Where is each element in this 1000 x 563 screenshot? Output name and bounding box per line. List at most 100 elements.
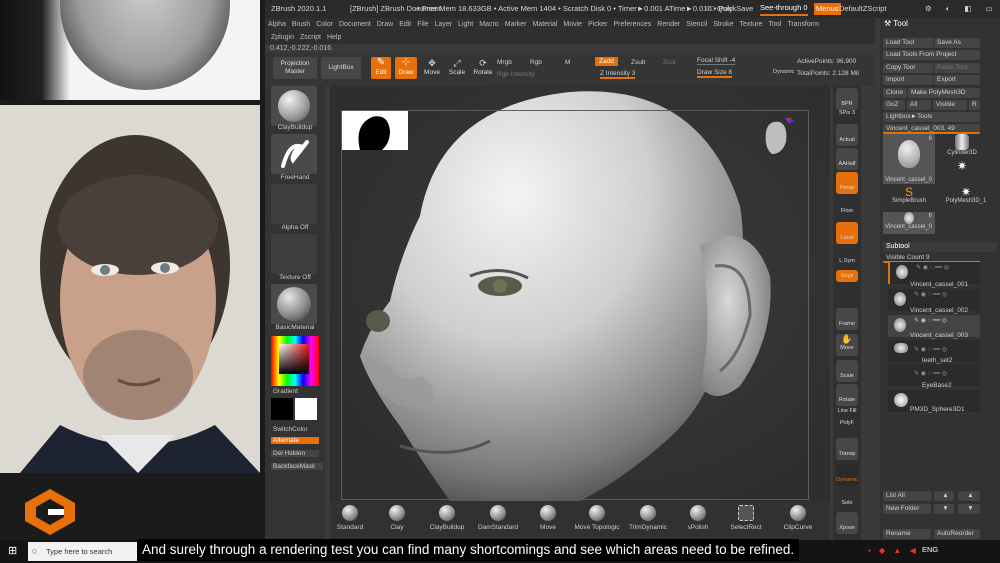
polymesh3d-thumb-icon[interactable]: ✷ <box>938 159 986 179</box>
menu-file[interactable]: File <box>417 21 428 28</box>
subtool-controls[interactable]: ✎ ◉ ◌ ━━ ◎ <box>914 346 947 353</box>
rotate-button[interactable]: ⟳ Rotate <box>472 57 494 79</box>
alpha-selector[interactable] <box>271 184 317 224</box>
scale-button[interactable]: ⤢ Scale <box>447 57 467 79</box>
persp-button[interactable]: Persp <box>836 172 858 194</box>
clipcurve-brush-button[interactable]: ClipCurve <box>778 505 818 531</box>
lightbox-button[interactable]: LightBox <box>321 57 361 79</box>
dynamic-persp-button[interactable]: Dynamic <box>836 464 858 486</box>
import-button[interactable]: Import <box>883 75 933 85</box>
menu-stroke[interactable]: Stroke <box>713 21 733 28</box>
bpr-button[interactable]: BPR <box>836 88 858 110</box>
floor-button[interactable]: Floor <box>836 196 858 218</box>
menu-picker[interactable]: Picker <box>588 21 607 28</box>
material-selector[interactable] <box>271 284 317 324</box>
spix-slider[interactable]: SPix 3 <box>836 110 858 120</box>
menu-edit[interactable]: Edit <box>399 21 411 28</box>
frame-button[interactable]: Frame <box>836 308 858 330</box>
lightbox-tools-button[interactable]: Lightbox►Tools <box>883 112 980 122</box>
claybuildup-brush-button[interactable]: ClayBuildup <box>426 505 468 531</box>
tool-thumb-cylinder3d[interactable]: Cylinder3D <box>938 134 986 159</box>
tool-palette-header[interactable]: ⚒ Tool <box>880 18 1000 30</box>
draw-size-slider[interactable]: Draw Size 8 <box>697 69 733 78</box>
visible-button[interactable]: Visible <box>933 100 967 110</box>
menu-zplugin[interactable]: Zplugin <box>271 34 294 41</box>
subtool-header[interactable]: Subtool <box>883 242 997 252</box>
menu-light[interactable]: Light <box>458 21 473 28</box>
auto-reorder-button[interactable]: AutoReorder <box>934 529 980 539</box>
move-bottom-button[interactable]: ▼ <box>958 504 980 514</box>
taskbar-search-box[interactable]: ○ Type here to search <box>28 542 138 561</box>
move-button[interactable]: ✥ Move <box>422 57 442 79</box>
polyf-button[interactable]: PolyF <box>836 420 858 432</box>
projection-master-button[interactable]: Projection Master <box>273 57 317 79</box>
see-through-slider[interactable]: See-through 0 <box>760 2 808 16</box>
rotate-view-button[interactable]: Rotate <box>836 384 858 406</box>
menu-material[interactable]: Material <box>532 21 557 28</box>
menu-movie[interactable]: Movie <box>563 21 582 28</box>
windows-start-icon[interactable]: ⊞ <box>8 545 17 557</box>
export-button[interactable]: Export <box>934 75 980 85</box>
draw-button[interactable]: ⊹ Draw <box>395 57 417 79</box>
copy-tool-button[interactable]: Copy Tool <box>883 63 933 73</box>
menu-render[interactable]: Render <box>657 21 680 28</box>
menu-stencil[interactable]: Stencil <box>686 21 707 28</box>
solo-button[interactable]: Solo <box>836 488 858 510</box>
window-controls[interactable]: ⚙ ◐ ◧ ▭ ▣ ✕ <box>925 0 1000 18</box>
tool-thumb-simplebrush[interactable]: S SimpleBrush <box>883 186 935 210</box>
zadd-button[interactable]: Zadd <box>595 57 618 66</box>
list-all-button[interactable]: List All <box>883 491 931 501</box>
texture-selector[interactable] <box>271 234 317 274</box>
dynamic-button[interactable]: Dynamic <box>773 69 794 75</box>
local-button[interactable]: Local <box>836 222 858 244</box>
goz-button[interactable]: GoZ <box>883 100 905 110</box>
standard-brush-button[interactable]: Standard <box>330 505 370 531</box>
rename-button[interactable]: Rename <box>883 529 931 539</box>
focal-shift-slider[interactable]: Focal Shift -4 <box>697 57 736 65</box>
lsym-button[interactable]: L.Sym <box>836 246 858 268</box>
clone-button[interactable]: Clone <box>883 88 907 98</box>
current-tool-slider[interactable]: Vincent_cassel_003. 49 <box>883 124 980 134</box>
zcut-button[interactable]: Zcut <box>663 59 676 66</box>
gxyz-button[interactable]: Gxyz <box>836 270 858 282</box>
transp-button[interactable]: Transp <box>836 438 858 460</box>
main-color-swatch[interactable] <box>271 398 293 420</box>
menu-color[interactable]: Color <box>316 21 333 28</box>
move-brush-button[interactable]: Move <box>528 505 568 531</box>
zsub-button[interactable]: Zsub <box>631 59 645 66</box>
mrgb-button[interactable]: Mrgb <box>497 59 512 66</box>
scale-view-button[interactable]: Scale <box>836 360 858 382</box>
menu-tool[interactable]: Tool <box>768 21 781 28</box>
z-intensity-slider[interactable]: Z Intensity 3 <box>600 70 636 79</box>
damstandard-brush-button[interactable]: DamStandard <box>476 505 520 531</box>
load-tool-button[interactable]: Load Tool <box>883 38 933 48</box>
default-zscript-button[interactable]: DefaultZScript <box>839 0 887 18</box>
menu-document[interactable]: Document <box>339 21 371 28</box>
edit-button[interactable]: ✎ Edit <box>371 57 391 79</box>
trimdynamic-brush-button[interactable]: TrimDynamic <box>626 505 670 531</box>
secondary-color-swatch[interactable] <box>295 398 317 420</box>
quicksave-button[interactable]: QuickSave <box>717 0 753 18</box>
tool-thumb-vincent-cassel-2[interactable]: Vincent_cassel_0 6 <box>883 212 935 234</box>
alternate-button[interactable]: Alternate <box>271 437 319 444</box>
tool-thumb-polymesh3d-1[interactable]: ✷ PolyMesh3D_1 <box>938 186 994 210</box>
move-topologic-brush-button[interactable]: Move Topologic <box>572 505 622 531</box>
subtool-controls[interactable]: ✎ ◉ ◌ ━━ ◎ <box>916 264 949 271</box>
menu-help[interactable]: Help <box>327 34 341 41</box>
actual-button[interactable]: Actual <box>836 124 858 146</box>
selectrect-brush-button[interactable]: SelectRect <box>726 505 766 531</box>
xpose-button[interactable]: Xpose <box>836 512 858 534</box>
stroke-selector[interactable] <box>271 134 317 174</box>
color-square[interactable] <box>279 344 309 374</box>
tray-icons[interactable]: ▪ ◆ ▲ ◀ <box>868 546 919 555</box>
tool-thumb-vincent-cassel-1[interactable]: Vincent_cassel_0 6 <box>883 134 935 184</box>
menu-draw[interactable]: Draw <box>377 21 393 28</box>
line-fill-button[interactable]: Line Fill <box>836 408 858 418</box>
menu-brush[interactable]: Brush <box>292 21 310 28</box>
menu-preferences[interactable]: Preferences <box>614 21 652 28</box>
menu-texture[interactable]: Texture <box>739 21 762 28</box>
save-as-button[interactable]: Save As <box>934 38 980 48</box>
spolish-brush-button[interactable]: sPolish <box>678 505 718 531</box>
menu-layer[interactable]: Layer <box>435 21 453 28</box>
aahalf-button[interactable]: AAHalf <box>836 148 858 170</box>
